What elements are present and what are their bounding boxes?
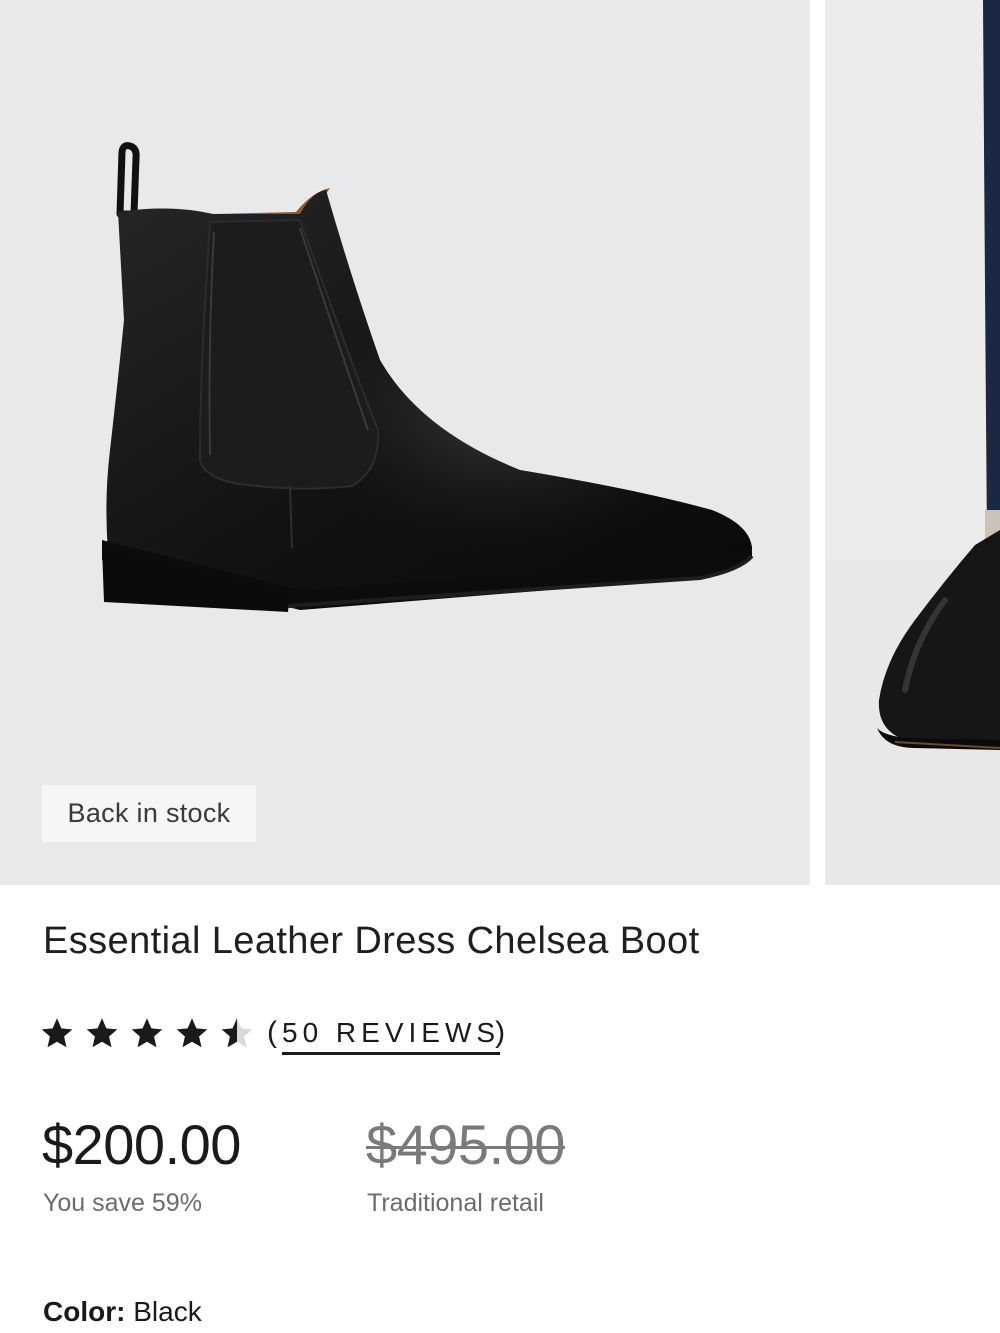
color-selector-label: Color: Black	[43, 1296, 202, 1328]
product-image-next[interactable]	[825, 0, 1000, 885]
retail-label: Traditional retail	[367, 1189, 544, 1217]
back-in-stock-badge: Back in stock	[42, 785, 256, 842]
sale-price: $200.00	[42, 1113, 241, 1176]
boot-side-image	[0, 0, 810, 885]
color-label: Color:	[43, 1296, 126, 1327]
retail-price: $495.00	[366, 1113, 565, 1176]
reviews-link[interactable]: (50 REVIEWS)	[267, 1011, 510, 1055]
product-image-main[interactable]: Back in stock	[0, 0, 810, 885]
close-paren: )	[495, 1016, 511, 1049]
star-full-icon	[41, 1018, 73, 1048]
product-title: Essential Leather Dress Chelsea Boot	[43, 920, 700, 962]
boot-worn-image	[825, 0, 1000, 885]
star-full-icon	[176, 1018, 208, 1048]
color-value: Black	[133, 1296, 202, 1327]
open-paren: (	[267, 1016, 282, 1049]
star-full-icon	[86, 1018, 118, 1048]
star-rating	[40, 1016, 265, 1050]
star-full-icon	[131, 1018, 163, 1048]
star-half-icon	[221, 1018, 253, 1048]
product-rating: (50 REVIEWS)	[40, 1008, 510, 1058]
savings-text: You save 59%	[43, 1189, 202, 1217]
product-image-gallery[interactable]: Back in stock	[0, 0, 1000, 885]
reviews-count: 50 REVIEWS	[282, 1017, 501, 1055]
